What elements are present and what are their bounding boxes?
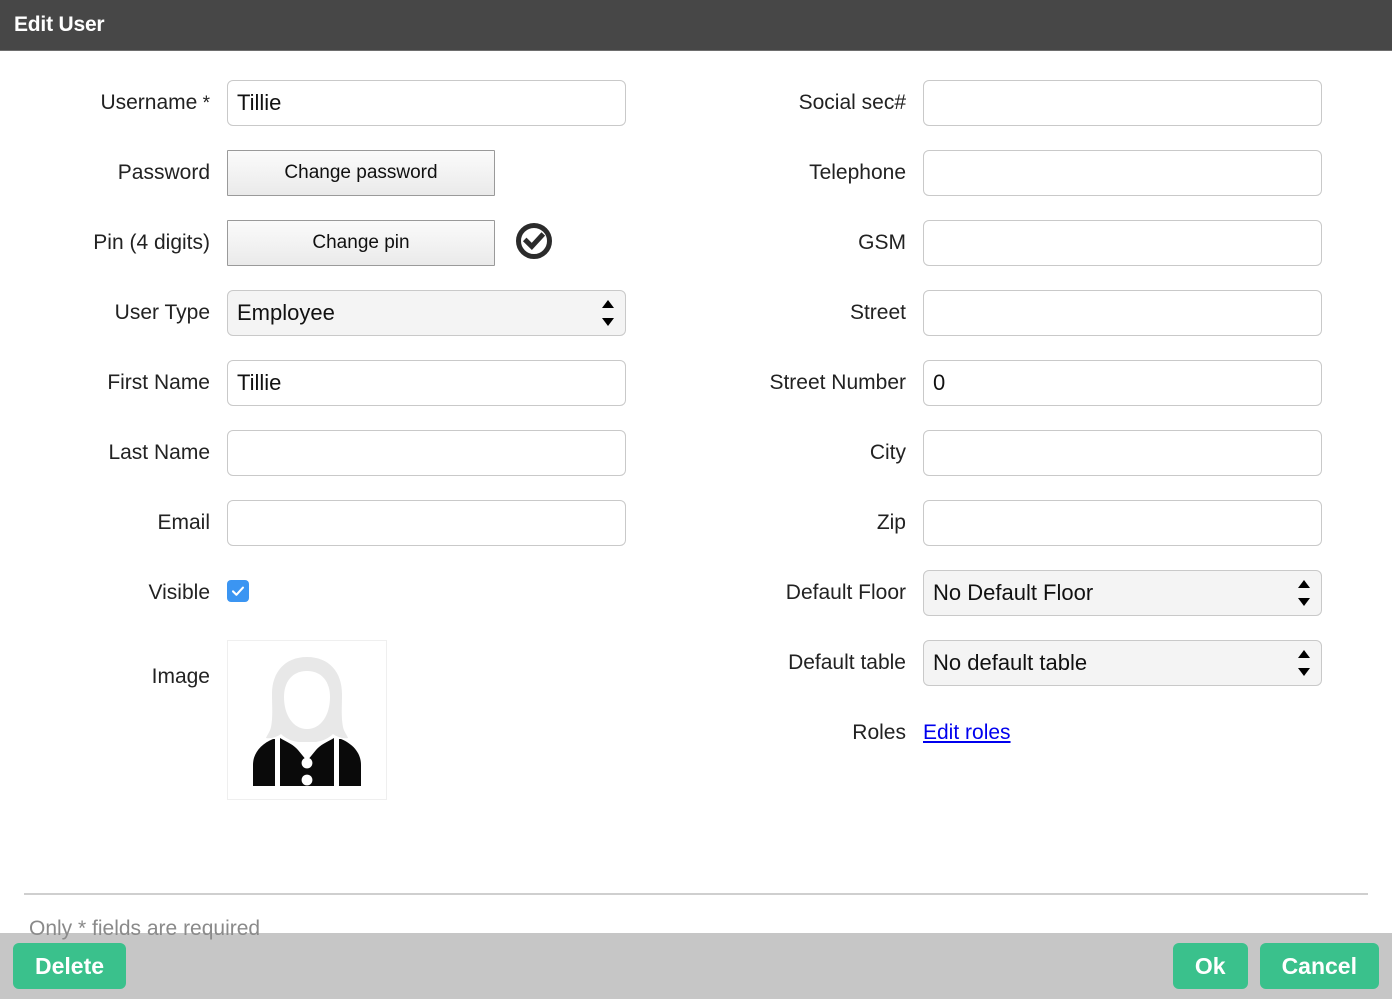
label-last-name: Last Name — [108, 441, 210, 464]
telephone-input[interactable] — [923, 150, 1322, 196]
first-name-input[interactable] — [227, 360, 626, 406]
label-gsm: GSM — [858, 231, 906, 254]
delete-button[interactable]: Delete — [13, 943, 127, 989]
field-row-password: Password Change password — [0, 150, 696, 220]
form-column-left: Username * Password Change password Pin … — [0, 80, 696, 830]
social-sec-input[interactable] — [923, 80, 1322, 126]
cancel-button[interactable]: Cancel — [1259, 943, 1379, 989]
chevron-updown-icon — [1298, 580, 1310, 606]
email-input[interactable] — [227, 500, 626, 546]
field-row-pin: Pin (4 digits) Change pin — [0, 220, 696, 290]
footer-divider — [24, 893, 1368, 895]
label-user-type: User Type — [114, 301, 210, 324]
required-fields-note: Only * fields are required — [29, 917, 261, 940]
gsm-input[interactable] — [923, 220, 1322, 266]
edit-roles-link[interactable]: Edit roles — [923, 710, 1011, 756]
default-floor-select[interactable]: No Default Floor — [923, 570, 1322, 616]
field-row-social-sec: Social sec# — [696, 80, 1392, 150]
label-street-number: Street Number — [769, 371, 906, 394]
label-username: Username * — [100, 91, 210, 114]
label-street: Street — [849, 301, 906, 324]
check-icon — [231, 586, 245, 596]
label-zip: Zip — [876, 511, 906, 534]
field-row-username: Username * — [0, 80, 696, 150]
chevron-updown-icon — [1298, 650, 1310, 676]
field-row-email: Email — [0, 500, 696, 570]
field-row-default-floor: Default Floor No Default Floor — [696, 570, 1392, 640]
label-visible: Visible — [148, 581, 210, 604]
user-type-select[interactable]: Employee — [227, 290, 626, 336]
field-row-visible: Visible — [0, 570, 696, 640]
field-row-user-type: User Type Employee — [0, 290, 696, 360]
field-row-last-name: Last Name — [0, 430, 696, 500]
zip-input[interactable] — [923, 500, 1322, 546]
chevron-updown-icon — [602, 300, 614, 326]
user-avatar-placeholder-icon[interactable] — [227, 640, 387, 800]
label-email: Email — [157, 511, 210, 534]
label-default-table: Default table — [788, 651, 906, 674]
field-row-zip: Zip — [696, 500, 1392, 570]
field-row-gsm: GSM — [696, 220, 1392, 290]
label-password: Password — [117, 161, 210, 184]
label-default-floor: Default Floor — [785, 581, 906, 604]
dialog-footer: Delete Ok Cancel — [0, 933, 1392, 999]
form-column-right: Social sec# Telephone GSM Street Street … — [696, 80, 1392, 830]
field-row-image: Image — [0, 640, 696, 830]
last-name-input[interactable] — [227, 430, 626, 476]
dialog-title: Edit User — [14, 13, 105, 36]
label-telephone: Telephone — [809, 161, 906, 184]
field-row-first-name: First Name — [0, 360, 696, 430]
city-input[interactable] — [923, 430, 1322, 476]
field-row-default-table: Default table No default table — [696, 640, 1392, 710]
username-input[interactable] — [227, 80, 626, 126]
dialog-body: Username * Password Change password Pin … — [0, 51, 1392, 940]
change-password-button[interactable]: Change password — [227, 150, 495, 196]
edit-user-dialog: Edit User Username * Password Change pas… — [0, 0, 1392, 999]
street-input[interactable] — [923, 290, 1322, 336]
change-pin-button[interactable]: Change pin — [227, 220, 495, 266]
street-number-input[interactable] — [923, 360, 1322, 406]
label-roles: Roles — [852, 721, 906, 744]
label-pin: Pin (4 digits) — [93, 231, 210, 254]
ok-button[interactable]: Ok — [1172, 943, 1248, 989]
form-columns: Username * Password Change password Pin … — [0, 51, 1392, 830]
dialog-titlebar: Edit User — [0, 0, 1392, 51]
default-table-selected-value: No default table — [933, 650, 1088, 675]
label-image: Image — [151, 665, 210, 688]
user-type-selected-value: Employee — [237, 300, 335, 325]
check-circle-icon — [514, 221, 554, 266]
field-row-telephone: Telephone — [696, 150, 1392, 220]
field-row-street-number: Street Number — [696, 360, 1392, 430]
label-city: City — [869, 441, 906, 464]
field-row-street: Street — [696, 290, 1392, 360]
label-first-name: First Name — [107, 371, 210, 394]
field-row-city: City — [696, 430, 1392, 500]
default-table-select[interactable]: No default table — [923, 640, 1322, 686]
label-social-sec: Social sec# — [798, 91, 906, 114]
visible-checkbox[interactable] — [227, 580, 249, 602]
default-floor-selected-value: No Default Floor — [933, 580, 1094, 605]
field-row-roles: Roles Edit roles — [696, 710, 1392, 780]
